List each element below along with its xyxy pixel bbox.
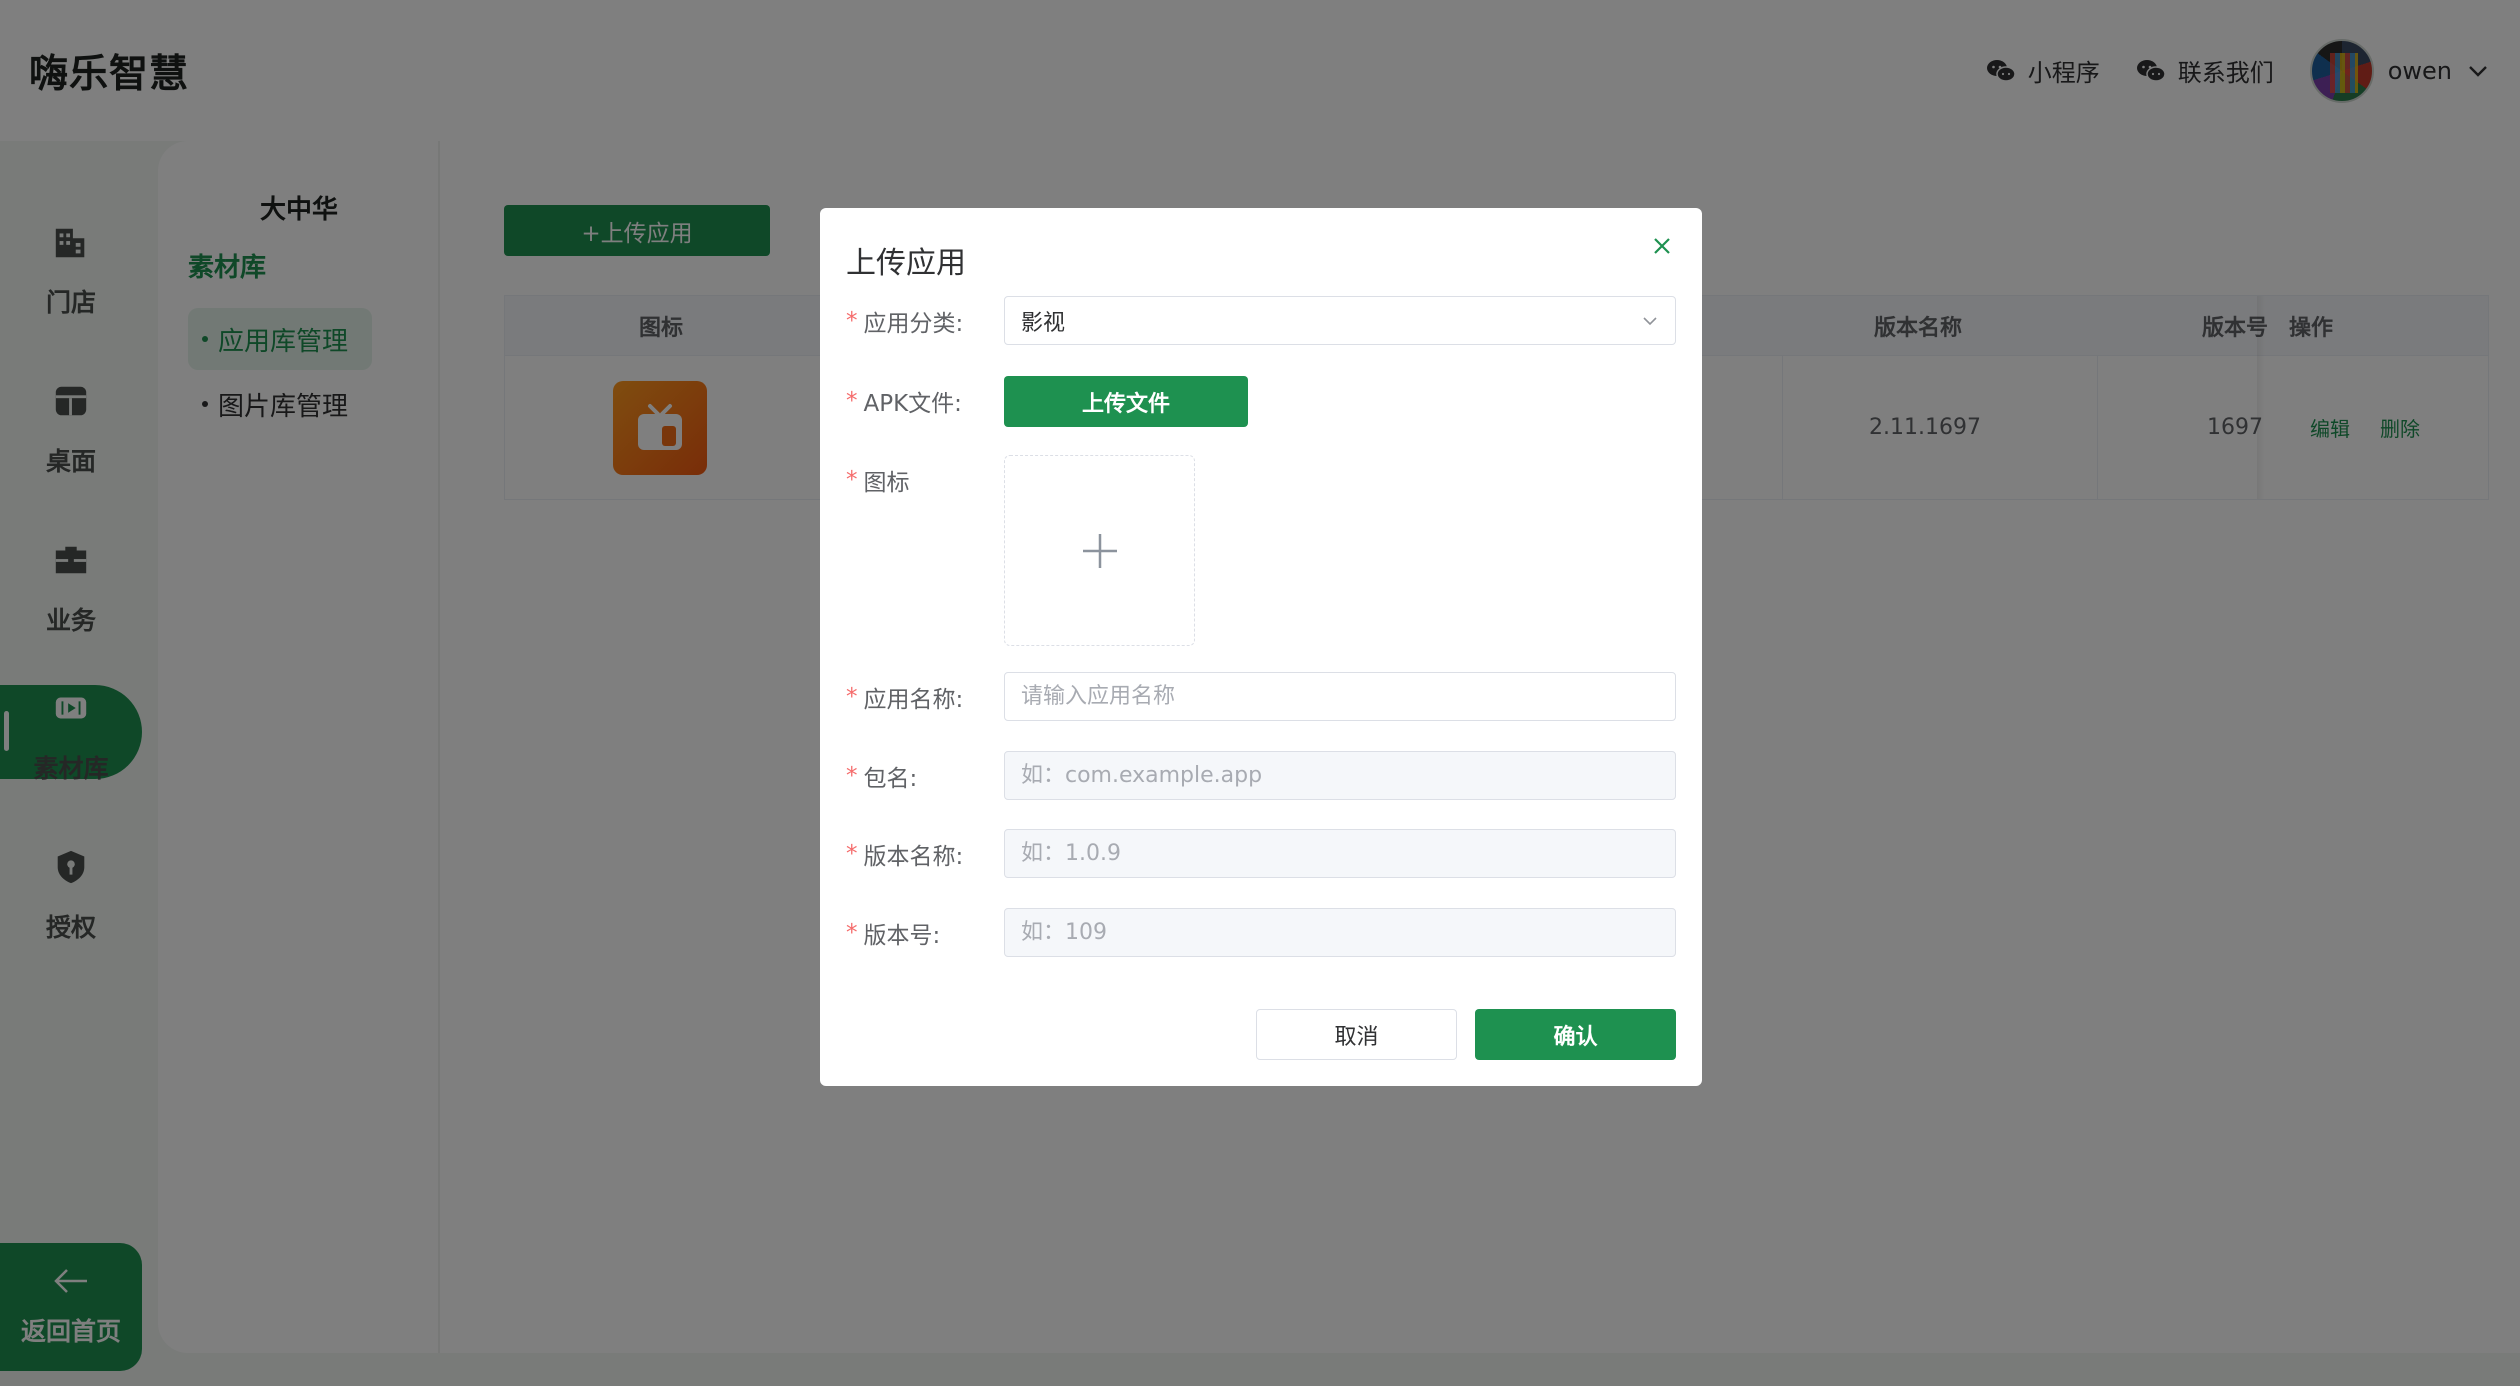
upload-app-dialog: 上传应用 * 应用分类: 影视 * APK文件: 上传文件 * 图标 * 应用名称: [820, 208, 1702, 1086]
version-code-input[interactable] [1004, 908, 1676, 957]
form-row-version-name: * 版本名称: [846, 829, 1676, 878]
category-value: 影视 [1021, 310, 1066, 336]
form-row-category: * 应用分类: 影视 [846, 296, 1676, 345]
close-icon [1654, 238, 1670, 254]
label-apk: APK文件: [863, 390, 962, 417]
label-package: 包名: [863, 765, 918, 792]
version-name-input[interactable] [1004, 829, 1676, 878]
label-version-code: 版本号: [863, 922, 941, 949]
category-select[interactable]: 影视 [1004, 296, 1676, 345]
dialog-footer: 取消 确认 [1256, 1009, 1676, 1060]
form-row-icon: * 图标 [846, 455, 1676, 646]
upload-file-button[interactable]: 上传文件 [1004, 376, 1248, 427]
dialog-title: 上传应用 [846, 246, 966, 281]
form-row-apk: * APK文件: 上传文件 [846, 376, 1676, 427]
form-row-version-code: * 版本号: [846, 908, 1676, 957]
confirm-button[interactable]: 确认 [1475, 1009, 1676, 1060]
close-button[interactable] [1648, 232, 1676, 260]
form-row-package: * 包名: [846, 751, 1676, 800]
plus-icon [1082, 533, 1117, 568]
package-input[interactable] [1004, 751, 1676, 800]
form-row-app-name: * 应用名称: [846, 672, 1676, 721]
label-category: 应用分类: [863, 310, 964, 337]
label-icon: 图标 [863, 469, 910, 496]
app-name-input[interactable] [1004, 672, 1676, 721]
label-version-name: 版本名称: [863, 843, 964, 870]
cancel-button[interactable]: 取消 [1256, 1009, 1457, 1060]
icon-uploader[interactable] [1004, 455, 1195, 646]
chevron-down-icon [1643, 316, 1657, 325]
label-app-name: 应用名称: [863, 686, 964, 713]
